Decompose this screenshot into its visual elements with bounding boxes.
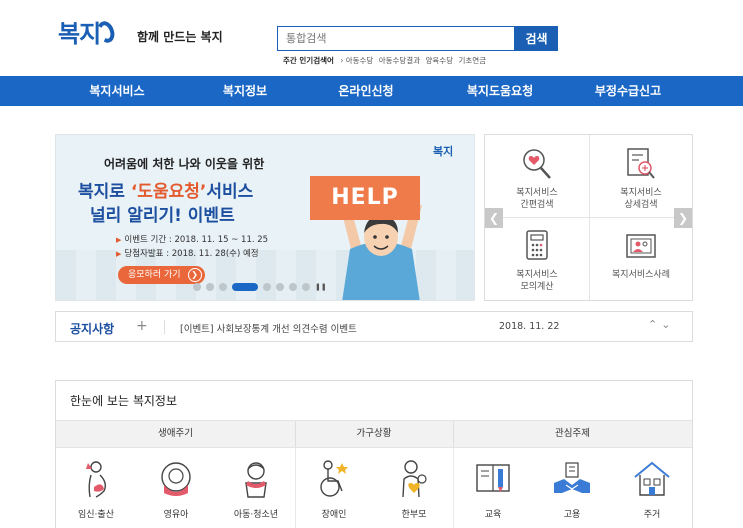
carousel-dot[interactable] — [206, 283, 214, 291]
carousel-dot-active[interactable] — [232, 283, 258, 291]
info-item-employment[interactable]: 고용 — [540, 459, 604, 520]
info-item-label: 영유아 — [163, 510, 189, 520]
child-icon — [245, 462, 267, 498]
magnifier-heart-icon — [523, 149, 551, 179]
quick-next-button[interactable]: ❯ — [674, 208, 692, 228]
notice-nav: ⌃⌄ — [648, 318, 674, 331]
popular-keywords: 주간 인기검색어 › 아동수당 아동수당결과 양육수당 기초연금 — [283, 55, 489, 66]
banner-title-line2: 널리 알리기! 이벤트 — [90, 206, 235, 226]
notice-bar: 공지사항 + [이벤트] 사회보장통계 개선 의견수렴 이벤트 2018. 11… — [55, 311, 693, 342]
search-box — [277, 26, 515, 51]
notice-title[interactable]: 공지사항 — [70, 320, 114, 337]
calculator-icon — [526, 230, 548, 260]
banner-period: 이벤트 기간 : 2018. 11. 15 ~ 11. 25 — [116, 233, 268, 245]
chevron-up-icon[interactable]: ⌃ — [648, 318, 661, 331]
pause-icon[interactable]: ❚❚ — [315, 283, 327, 291]
quick-label: 복지서비스 모의계산 — [516, 270, 558, 292]
carousel-dot[interactable] — [302, 283, 310, 291]
book-icon — [476, 464, 510, 492]
welfare-info-panel: 한눈에 보는 복지정보 생애주기 가구상황 관심주제 임신·출산 영유아 아동·… — [55, 380, 693, 528]
nav-item-welfare-service[interactable]: 복지서비스 — [62, 76, 172, 106]
banner-logo: 복지 — [433, 145, 454, 158]
baby-icon — [161, 462, 191, 496]
quick-mock-calc[interactable]: 복지서비스 모의계산 — [485, 217, 589, 299]
popular-keyword[interactable]: 아동수당결과 — [379, 56, 420, 65]
info-item-label: 임신·출산 — [78, 510, 114, 520]
tagline: 함께 만드는 복지 — [137, 30, 223, 44]
carousel-dot[interactable] — [263, 283, 271, 291]
carousel-dot[interactable] — [193, 283, 201, 291]
info-item-infant[interactable]: 영유아 — [144, 459, 208, 520]
info-item-pregnancy[interactable]: 임신·출산 — [64, 459, 128, 520]
carousel-dot[interactable] — [276, 283, 284, 291]
info-item-label: 장애인 — [321, 510, 347, 520]
info-item-housing[interactable]: 주거 — [620, 459, 684, 520]
info-item-label: 아동·청소년 — [233, 510, 279, 520]
quick-case-studies[interactable]: 복지서비스사례 — [589, 217, 693, 299]
document-search-icon — [627, 148, 655, 179]
banner-announce: 당첨자발표 : 2018. 11. 28(수) 예정 — [116, 247, 258, 259]
quick-prev-button[interactable]: ❮ — [485, 208, 503, 228]
banner-subtitle: 어려움에 처한 나와 이웃을 위한 — [104, 157, 265, 171]
plus-icon[interactable]: + — [136, 318, 148, 334]
quick-detail-search[interactable]: 복지서비스 상세검색 — [589, 135, 693, 217]
apply-button[interactable]: 응모하러 가기 ❯ — [118, 266, 205, 284]
help-sign: HELP — [310, 176, 420, 220]
search-input[interactable] — [278, 27, 514, 50]
group-life-cycle: 생애주기 — [158, 428, 193, 439]
parent-child-icon — [402, 460, 427, 498]
popular-keyword[interactable]: 기초연금 — [459, 56, 487, 65]
header: 복지 함께 만드는 복지 검색 주간 인기검색어 › 아동수당 아동수당결과 양… — [0, 0, 743, 76]
site-logo[interactable]: 복지 — [58, 14, 118, 49]
popular-keyword[interactable]: 아동수당 — [346, 56, 374, 65]
popular-label: 주간 인기검색어 — [283, 56, 334, 65]
chevron-down-icon[interactable]: ⌄ — [661, 318, 674, 331]
quick-menu: 복지서비스 간편검색 복지서비스 상세검색 복지서비스 모의계산 복지서비스사례 — [484, 134, 693, 301]
notice-date: 2018. 11. 22 — [499, 321, 560, 332]
section-title: 한눈에 보는 복지정보 — [70, 394, 177, 408]
nav-item-welfare-info[interactable]: 복지정보 — [190, 76, 300, 106]
search-button[interactable]: 검색 — [515, 26, 558, 51]
quick-simple-search[interactable]: 복지서비스 간편검색 — [485, 135, 589, 217]
arrow-right-icon: ❯ — [187, 268, 202, 282]
notice-headline[interactable]: [이벤트] 사회보장통계 개선 의견수렴 이벤트 — [180, 321, 357, 335]
main-nav: 복지서비스 복지정보 온라인신청 복지도움요청 부정수급신고 — [0, 76, 743, 106]
handshake-icon — [554, 462, 590, 493]
info-item-label: 한부모 — [401, 510, 427, 520]
group-interest: 관심주제 — [555, 428, 590, 439]
divider — [295, 448, 296, 528]
info-item-label: 고용 — [563, 510, 581, 520]
group-household: 가구상황 — [356, 428, 392, 439]
apply-button-label: 응모하러 가기 — [128, 270, 181, 280]
wheelchair-icon — [320, 460, 348, 497]
carousel-dots: ❚❚ — [193, 283, 327, 291]
nav-item-online-apply[interactable]: 온라인신청 — [311, 76, 421, 106]
banner-title-pre: 복지로 — [78, 182, 131, 202]
pregnant-woman-icon — [86, 461, 107, 498]
quick-label: 복지서비스사례 — [612, 270, 670, 280]
info-item-label: 교육 — [484, 510, 502, 520]
nav-item-fraud-report[interactable]: 부정수급신고 — [573, 76, 683, 106]
info-item-label: 주거 — [643, 510, 661, 520]
house-icon — [634, 461, 670, 496]
nav-item-help-request[interactable]: 복지도움요청 — [445, 76, 555, 106]
info-item-disabled[interactable]: 장애인 — [302, 459, 366, 520]
carousel-dot[interactable] — [219, 283, 227, 291]
divider — [164, 320, 165, 334]
info-item-youth[interactable]: 아동·청소년 — [224, 459, 288, 520]
logo-text: 복지 — [58, 20, 101, 48]
picture-frame-icon — [626, 234, 656, 258]
category-header: 생애주기 가구상황 관심주제 — [56, 420, 692, 448]
info-item-education[interactable]: 교육 — [461, 459, 525, 520]
divider — [453, 448, 454, 528]
banner-title: 복지로 ‘도움요청’서비스 — [78, 177, 253, 202]
carousel-dot[interactable] — [289, 283, 297, 291]
banner-title-post: 서비스 — [206, 182, 254, 202]
popular-keyword[interactable]: 양육수당 — [426, 56, 454, 65]
event-banner[interactable]: 복지 어려움에 처한 나와 이웃을 위한 복지로 ‘도움요청’서비스 널리 알리… — [55, 134, 475, 301]
info-item-single-parent[interactable]: 한부모 — [382, 459, 446, 520]
banner-title-highlight: ‘도움요청’ — [130, 182, 207, 202]
bullet-icon: › — [340, 56, 344, 65]
